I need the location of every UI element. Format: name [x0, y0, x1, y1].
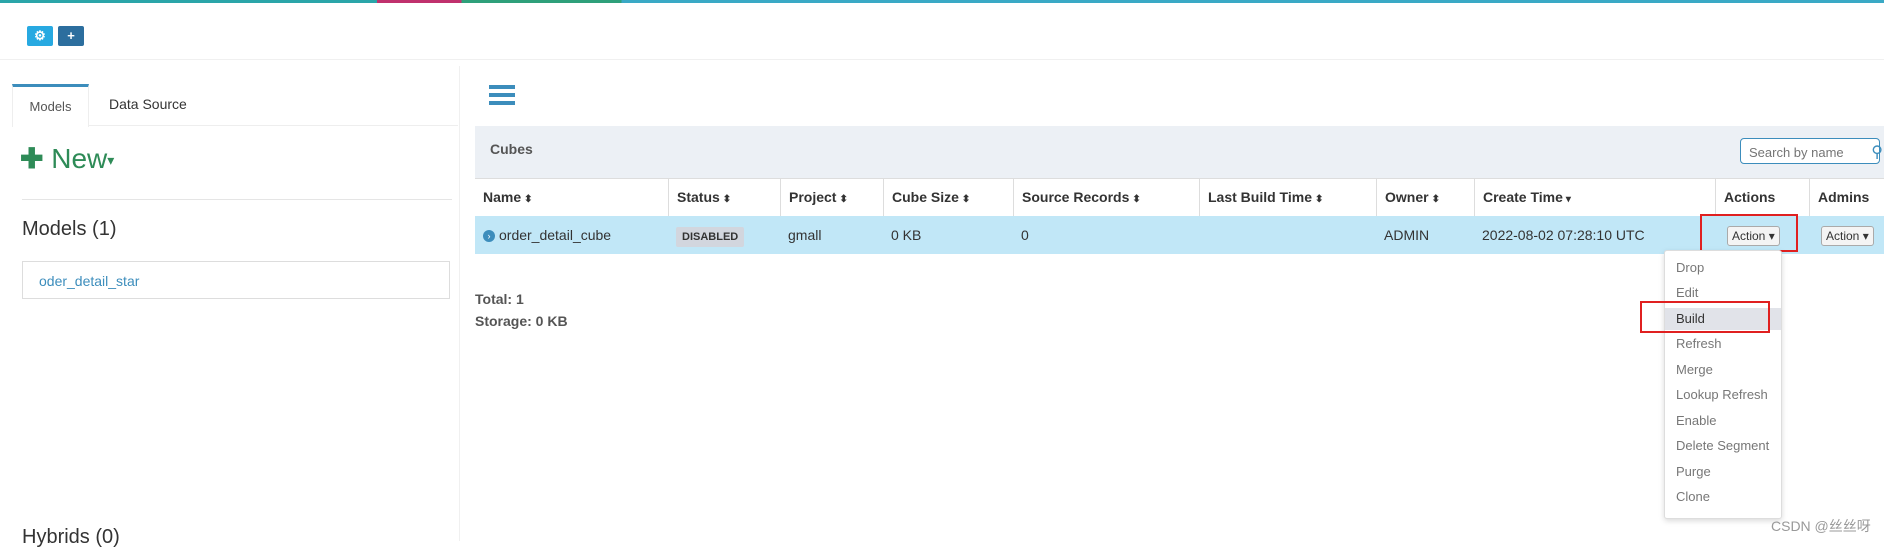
hybrids-heading: Hybrids (0) — [22, 526, 120, 548]
total-count: Total: 1 — [475, 291, 524, 307]
highlight-box-build — [1640, 301, 1770, 333]
cell-project: gmall — [788, 227, 822, 243]
tab-models[interactable]: Models — [12, 84, 89, 127]
cell-last-build-time — [1199, 216, 1376, 254]
column-header-status[interactable]: Status ⬍ — [668, 179, 780, 216]
sort-icon: ⬍ — [722, 194, 732, 205]
plus-icon: ✚ — [20, 143, 44, 174]
cubes-box-header: Cubes ⚲ — [475, 126, 1884, 178]
expand-icon[interactable]: › — [483, 230, 495, 243]
column-header-admins: Admins — [1809, 179, 1884, 216]
column-header-last-build-time[interactable]: Last Build Time ⬍ — [1199, 179, 1376, 216]
sort-icon: ⬍ — [961, 194, 971, 205]
table-summary: Total: 1 Storage: 0 KB — [475, 288, 568, 332]
tab-data-source[interactable]: Data Source — [109, 84, 187, 124]
new-button-label: New — [51, 143, 108, 174]
cell-name[interactable]: › order_detail_cube — [475, 216, 668, 254]
cell-cube-size: 0 KB — [891, 227, 922, 243]
model-list: oder_detail_star — [22, 261, 450, 299]
column-header-create-time[interactable]: Create Time ▾ — [1474, 179, 1715, 216]
column-header-actions: Actions — [1715, 179, 1809, 216]
watermark: CSDN @丝丝呀 — [1771, 518, 1871, 534]
menu-item-refresh[interactable]: Refresh — [1665, 333, 1781, 355]
menu-item-lookup-refresh[interactable]: Lookup Refresh — [1665, 384, 1781, 406]
sort-desc-icon: ▾ — [1565, 194, 1571, 205]
cubes-title: Cubes — [490, 141, 533, 157]
menu-item-clone[interactable]: Clone — [1665, 486, 1781, 508]
cell-owner: ADMIN — [1384, 227, 1430, 243]
panel-divider — [459, 66, 460, 541]
table-header: Name ⬍ Status ⬍ Project ⬍ Cube Size ⬍ Source… — [475, 178, 1884, 217]
model-link[interactable]: oder_detail_star — [39, 273, 139, 289]
sort-icon: ⬍ — [1431, 194, 1440, 205]
menu-item-drop[interactable]: Drop — [1665, 257, 1781, 279]
cell-source-records: 0 — [1021, 227, 1029, 243]
menu-item-delete-segment[interactable]: Delete Segment — [1665, 435, 1781, 457]
table-row[interactable]: › order_detail_cube DISABLED gmall 0 KB 0… — [475, 216, 1884, 254]
highlight-box-action — [1700, 214, 1798, 252]
caret-down-icon: ▾ — [1862, 229, 1869, 243]
add-icon[interactable]: + — [58, 26, 84, 46]
cell-status: DISABLED — [668, 216, 780, 254]
new-button[interactable]: ✚ New▾ — [20, 142, 114, 175]
admin-action-dropdown-button[interactable]: Action ▾ — [1821, 226, 1874, 246]
storage-size: Storage: 0 KB — [475, 313, 568, 329]
cubes-icon[interactable]: ⚙ — [27, 26, 53, 46]
search-box: ⚲ — [1740, 138, 1883, 164]
menu-toggle-icon[interactable] — [489, 85, 515, 109]
column-header-project[interactable]: Project ⬍ — [780, 179, 883, 216]
sort-icon: ⬍ — [524, 194, 533, 205]
sort-icon: ⬍ — [839, 194, 848, 205]
column-header-name[interactable]: Name ⬍ — [475, 179, 668, 216]
divider — [22, 199, 452, 200]
cell-create-time: 2022-08-02 07:28:10 UTC — [1482, 227, 1645, 243]
caret-down-icon: ▾ — [107, 152, 115, 169]
column-header-source-records[interactable]: Source Records ⬍ — [1013, 179, 1199, 216]
status-badge: DISABLED — [676, 227, 745, 247]
search-input[interactable] — [1747, 144, 1861, 161]
menu-item-purge[interactable]: Purge — [1665, 461, 1781, 483]
sort-icon: ⬍ — [1314, 194, 1324, 205]
menu-item-merge[interactable]: Merge — [1665, 359, 1781, 381]
column-header-owner[interactable]: Owner ⬍ — [1376, 179, 1474, 216]
action-dropdown-menu: Drop Edit Build Refresh Merge Lookup Ref… — [1664, 250, 1782, 519]
column-header-cube-size[interactable]: Cube Size ⬍ — [883, 179, 1013, 216]
sort-icon: ⬍ — [1132, 194, 1141, 205]
search-icon[interactable]: ⚲ — [1871, 142, 1883, 162]
header-divider — [0, 59, 1884, 60]
models-heading: Models (1) — [22, 218, 117, 240]
tab-underline — [88, 125, 458, 126]
menu-item-enable[interactable]: Enable — [1665, 410, 1781, 432]
top-accent-bar — [0, 0, 1884, 3]
